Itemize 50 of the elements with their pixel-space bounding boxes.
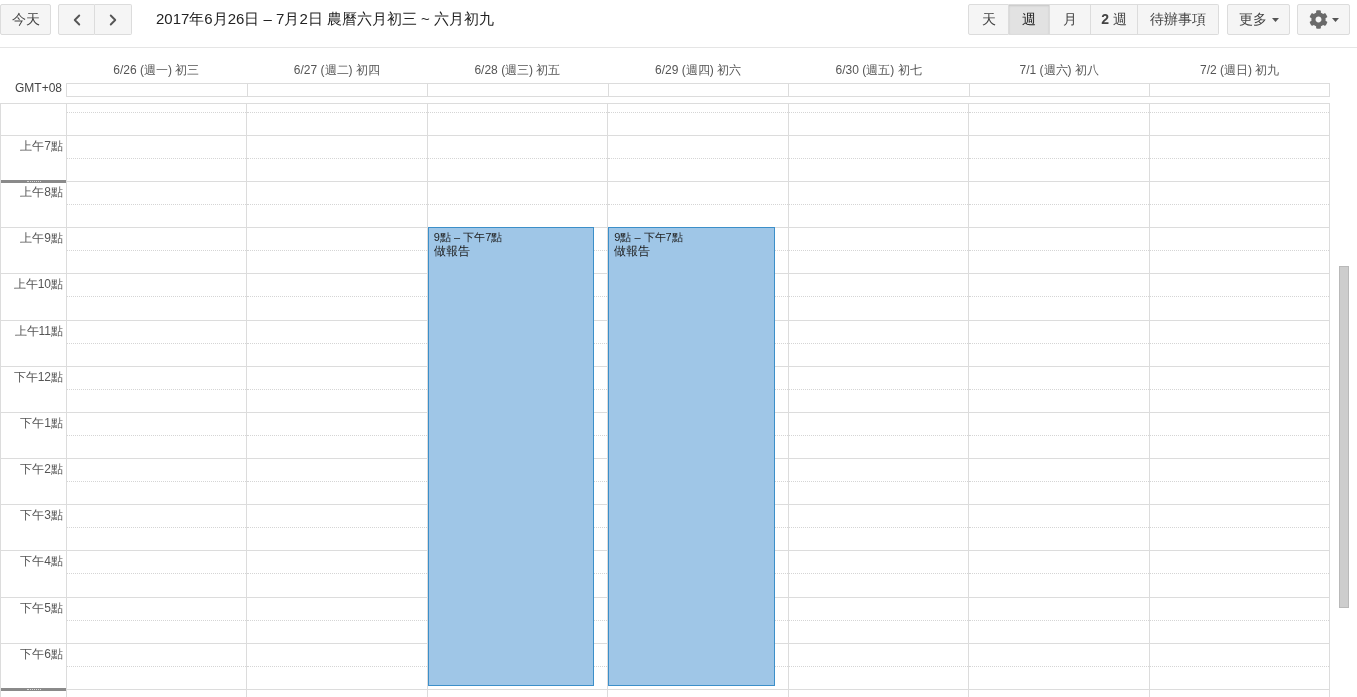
- hour-label: 下午2點: [20, 462, 63, 477]
- view-tab[interactable]: 2 週: [1091, 4, 1138, 35]
- day-header: 6/26 (週一) 初三: [113, 62, 200, 78]
- hour-label: 上午11點: [14, 323, 63, 338]
- all-day-slot[interactable]: [788, 83, 969, 97]
- all-day-slot[interactable]: [66, 83, 247, 97]
- caret-icon: [1331, 17, 1339, 22]
- day-header: 6/27 (週二) 初四: [293, 62, 380, 78]
- all-day-slot[interactable]: [427, 83, 608, 97]
- hour-label: 下午3點: [20, 508, 63, 523]
- event-title: 做報告: [433, 244, 470, 260]
- next-button[interactable]: [95, 4, 132, 35]
- view-tab[interactable]: 月: [1050, 4, 1091, 35]
- view-tab[interactable]: 天: [968, 4, 1009, 35]
- view-tab[interactable]: 週: [1009, 4, 1050, 35]
- caret-icon: [1271, 17, 1279, 22]
- all-day-slot[interactable]: [607, 83, 789, 97]
- all-day-slot[interactable]: [1149, 83, 1331, 97]
- day-header: 6/29 (週四) 初六: [655, 62, 742, 78]
- calendar-event[interactable]: 9點 – 下午7點 做報告: [427, 227, 595, 686]
- all-day-slot[interactable]: [968, 83, 1150, 97]
- day-header: 7/2 (週日) 初九: [1200, 62, 1280, 78]
- hour-label: 上午7點: [20, 139, 63, 153]
- calendar-event[interactable]: 9點 – 下午7點 做報告: [608, 227, 775, 686]
- today-button[interactable]: 今天: [0, 4, 51, 35]
- hour-label: 上午8點: [20, 185, 63, 200]
- all-day-slot[interactable]: [246, 83, 428, 97]
- hour-label: 下午6點: [20, 646, 63, 661]
- timezone-label: GMT+08: [15, 81, 62, 95]
- scrollbar-thumb[interactable]: [1339, 266, 1349, 608]
- event-title: 做報告: [614, 244, 651, 260]
- hour-label: 上午10點: [13, 277, 63, 292]
- settings-icon: [1308, 10, 1328, 29]
- hour-label: 上午9點: [20, 231, 63, 246]
- day-header: 7/1 (週六) 初八: [1019, 62, 1099, 78]
- view-tab[interactable]: 待辦事項: [1138, 4, 1219, 35]
- working-hours-handle[interactable]: [1, 687, 66, 691]
- hour-label: 下午5點: [20, 600, 63, 615]
- hour-label: 下午4點: [20, 554, 63, 569]
- working-hours-handle[interactable]: [1, 180, 66, 184]
- day-header: 6/28 (週三) 初五: [474, 62, 561, 78]
- event-time: 9點 – 下午7點: [614, 231, 683, 245]
- date-range-title: 2017年6月26日 – 7月2日 農曆六月初三 ~ 六月初九: [156, 9, 495, 30]
- previous-button[interactable]: [58, 4, 95, 35]
- more-button[interactable]: 更多: [1227, 4, 1290, 35]
- hour-label: 下午1點: [20, 415, 63, 430]
- day-header: 6/30 (週五) 初七: [835, 62, 922, 78]
- settings-button[interactable]: [1297, 4, 1350, 35]
- event-time: 9點 – 下午7點: [433, 231, 503, 245]
- hour-label: 下午12點: [13, 369, 63, 384]
